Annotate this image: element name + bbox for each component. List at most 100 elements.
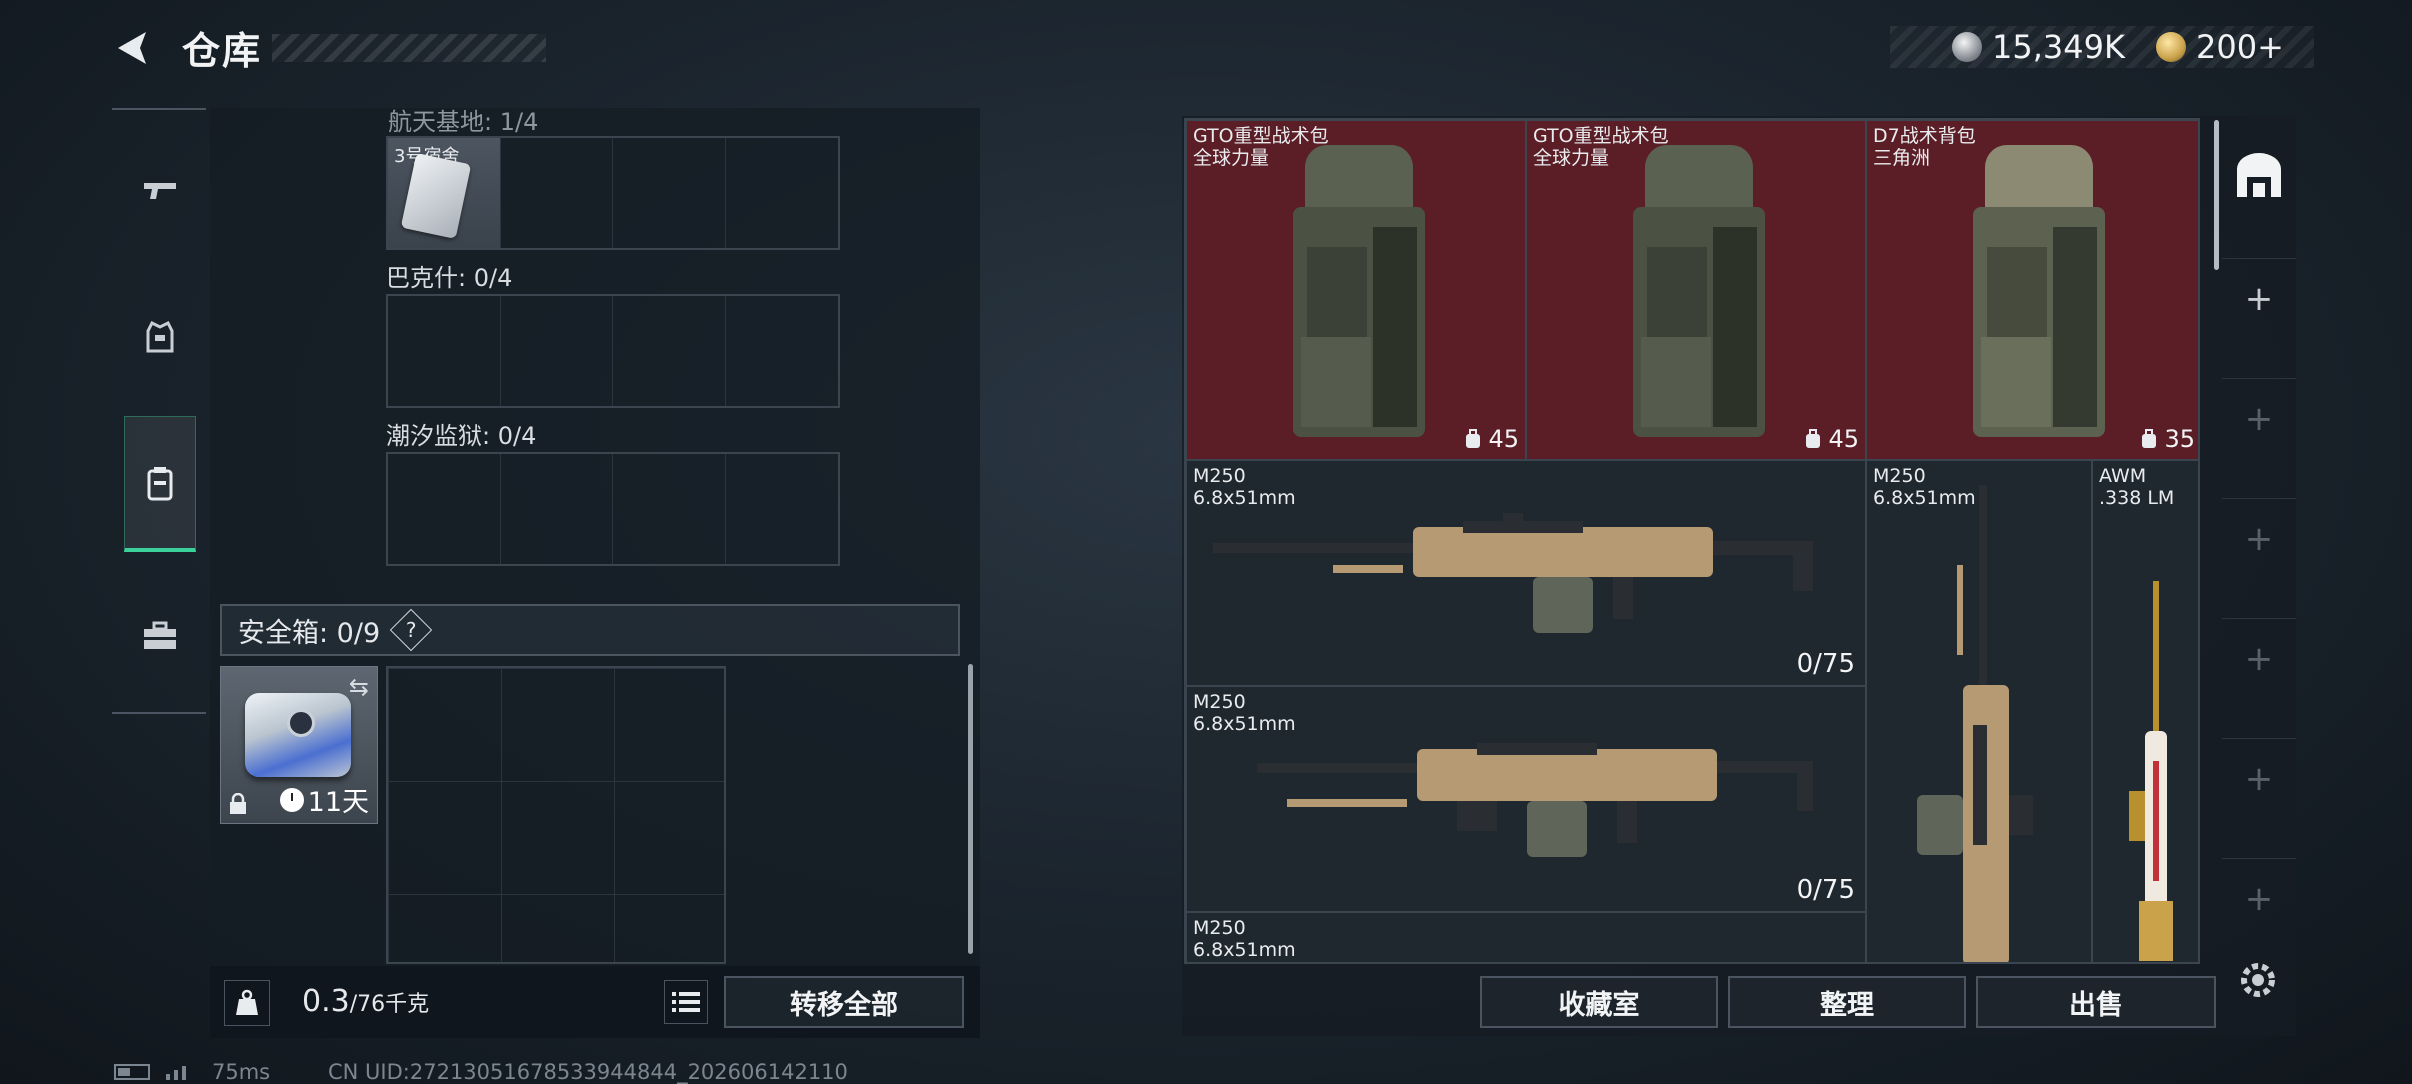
- nav-weapons[interactable]: [124, 146, 196, 236]
- nav-armor[interactable]: [124, 292, 196, 382]
- gold-amount: 200+: [2196, 28, 2284, 66]
- nav-keys[interactable]: [124, 590, 196, 680]
- key-slot-empty[interactable]: [613, 138, 726, 248]
- armor-vest-icon: [146, 320, 174, 353]
- silver-amount: 15,349K: [1992, 28, 2125, 66]
- gun-icon: [144, 183, 176, 199]
- gold-coin-icon: [2156, 32, 2186, 62]
- item-name: M250: [1193, 917, 1246, 939]
- toolbox-icon: [144, 621, 176, 649]
- currency-silver: 15,349K: [1952, 26, 2125, 68]
- inventory-item[interactable]: AWM .338 LM: [2092, 460, 2198, 962]
- sort-button[interactable]: 整理: [1728, 976, 1966, 1028]
- section-label-cut: 航天基地: 1/4: [388, 108, 539, 136]
- silver-coin-icon: [1952, 32, 1982, 62]
- section-label-prison: 潮汐监狱: 0/4: [386, 422, 537, 450]
- inventory-item[interactable]: M250 6.8x51mm: [1186, 912, 1866, 962]
- uid-readout: CN UID:27213051678533944844_202606142110: [328, 1060, 848, 1084]
- item-name: D7战术背包: [1873, 125, 1976, 147]
- weight-readout: 0.3/76千克: [302, 984, 429, 1019]
- nav-backpack[interactable]: [124, 416, 196, 552]
- machine-gun-icon: [1257, 743, 1813, 857]
- inventory-item[interactable]: D7战术背包 三角洲 35: [1866, 120, 2198, 460]
- key-slot-empty[interactable]: [501, 138, 613, 248]
- currency-gold[interactable]: 200+: [2156, 26, 2284, 68]
- tab-add-4[interactable]: +: [2222, 618, 2296, 698]
- backpack-icon: [147, 466, 173, 500]
- list-view-button[interactable]: [664, 980, 708, 1024]
- collection-room-button[interactable]: 收藏室: [1480, 976, 1718, 1028]
- sell-button[interactable]: 出售: [1976, 976, 2216, 1028]
- item-subtitle: 三角洲: [1873, 147, 1931, 169]
- item-name: M250: [1873, 465, 1926, 487]
- inventory-scrollbar[interactable]: [2214, 120, 2219, 270]
- key-card-item[interactable]: 3号宿舍: [388, 138, 501, 248]
- warehouse-icon: [2237, 153, 2281, 197]
- tab-add-2[interactable]: +: [2222, 378, 2296, 458]
- tab-add-6[interactable]: +: [2222, 858, 2296, 938]
- battery-signal-icon: [114, 1064, 186, 1080]
- inventory-item[interactable]: GTO重型战术包 全球力量 45: [1186, 120, 1526, 460]
- item-subtitle: 全球力量: [1533, 147, 1610, 169]
- item-name: AWM: [2099, 465, 2147, 487]
- backpack-item-icon: [1973, 145, 2105, 437]
- tab-add-5[interactable]: +: [2222, 738, 2296, 818]
- key-slot-row: 3号宿舍: [386, 136, 840, 250]
- ammo-count: 0/75: [1796, 875, 1855, 905]
- title-decoration: [272, 34, 546, 62]
- inventory-grid[interactable]: GTO重型战术包 全球力量 45 GTO重型战术包 全球力量 45 D7战术背包…: [1184, 118, 2200, 964]
- key-slot-empty[interactable]: [726, 454, 839, 564]
- help-icon[interactable]: ?: [389, 608, 433, 652]
- item-subtitle: 6.8x51mm: [1193, 939, 1296, 961]
- inventory-item[interactable]: M250 6.8x51mm 0/75: [1186, 460, 1866, 686]
- key-slot-empty[interactable]: [613, 296, 726, 406]
- machine-gun-icon: [1917, 485, 2033, 962]
- safe-box-grid[interactable]: [386, 666, 726, 964]
- item-name: M250: [1193, 465, 1246, 487]
- key-slot-empty[interactable]: [388, 454, 501, 564]
- bag-icon: [1806, 429, 1821, 448]
- key-slot-empty[interactable]: [501, 454, 613, 564]
- page-title: 仓库: [182, 29, 263, 73]
- key-slot-row: [386, 294, 840, 408]
- tab-add-1[interactable]: +: [2222, 258, 2296, 338]
- weight-icon: [224, 980, 270, 1026]
- swap-icon[interactable]: ⇆: [349, 673, 369, 701]
- list-icon: [672, 992, 700, 1012]
- back-arrow-icon[interactable]: [110, 26, 154, 70]
- safe-box-item[interactable]: ⇆ 11天: [220, 666, 378, 824]
- sniper-rifle-icon: [2129, 581, 2173, 961]
- item-subtitle: .338 LM: [2099, 487, 2175, 509]
- clock-icon: [279, 787, 304, 812]
- ammo-count: 0/75: [1796, 649, 1855, 679]
- storage-scrollbar[interactable]: [968, 664, 973, 954]
- capacity-readout: 35: [2140, 425, 2195, 453]
- key-slot-empty[interactable]: [501, 296, 613, 406]
- bag-icon: [1466, 429, 1481, 448]
- ping-readout: 75ms: [212, 1060, 271, 1084]
- key-slot-empty[interactable]: [388, 296, 501, 406]
- tab-storage-home[interactable]: [2222, 136, 2296, 216]
- weight-value: 0.3: [302, 984, 350, 1019]
- machine-gun-icon: [1213, 513, 1813, 633]
- inventory-item[interactable]: M250 6.8x51mm: [1866, 460, 2092, 962]
- weight-max: /76千克: [349, 992, 430, 1017]
- bag-icon: [2142, 429, 2157, 448]
- key-slot-row: [386, 452, 840, 566]
- inventory-item[interactable]: GTO重型战术包 全球力量 45: [1526, 120, 1866, 460]
- safe-box-timer: 11天: [279, 780, 369, 819]
- transfer-all-button[interactable]: 转移全部: [724, 976, 964, 1028]
- settings-gear-icon[interactable]: [2234, 956, 2282, 1004]
- capacity-readout: 45: [1804, 425, 1859, 453]
- inventory-item[interactable]: M250 6.8x51mm 0/75: [1186, 686, 1866, 912]
- capacity-readout: 45: [1464, 425, 1519, 453]
- tab-add-3[interactable]: +: [2222, 498, 2296, 578]
- lock-icon: [230, 793, 246, 814]
- item-name: M250: [1193, 691, 1246, 713]
- safe-box-icon: [245, 693, 351, 777]
- section-label-bakesh: 巴克什: 0/4: [386, 264, 513, 292]
- backpack-item-icon: [1293, 145, 1425, 437]
- key-slot-empty[interactable]: [726, 296, 839, 406]
- key-slot-empty[interactable]: [613, 454, 726, 564]
- key-slot-empty[interactable]: [726, 138, 839, 248]
